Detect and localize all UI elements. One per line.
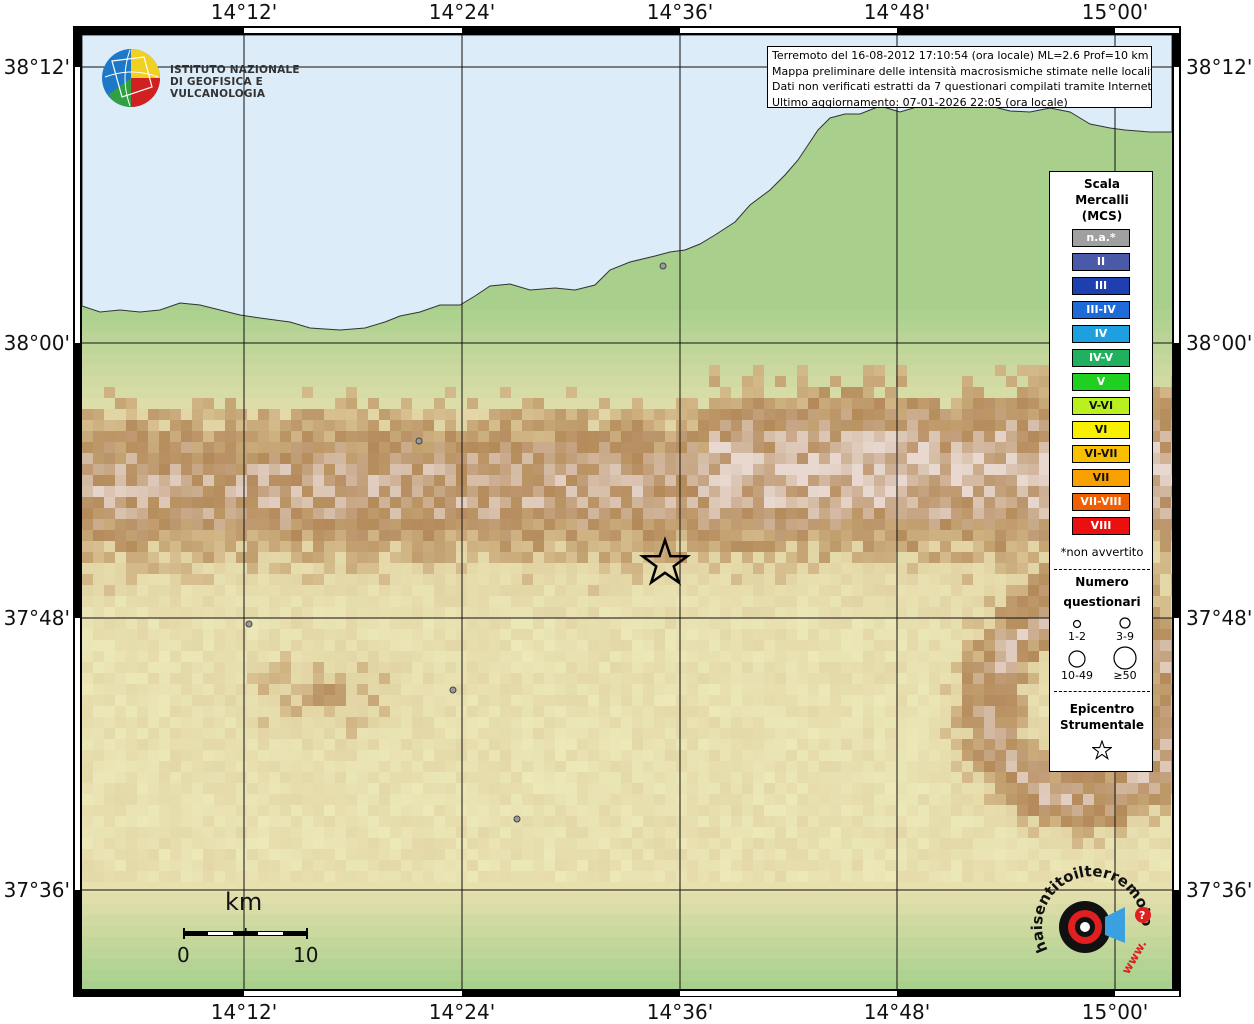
intensity-swatch: VII <box>1072 469 1130 487</box>
legend-separator <box>1054 691 1150 692</box>
info-line: Dati non verificati estratti da 7 questi… <box>772 80 1152 93</box>
lon-tick-bottom: 14°12' <box>210 1000 278 1024</box>
lon-tick-top: 14°48' <box>863 0 931 24</box>
event-info-box: Terremoto del 16-08-2012 17:10:54 (ora l… <box>767 46 1152 108</box>
legend-title-scala: Scala <box>1083 177 1121 191</box>
scale-unit: km <box>225 888 263 916</box>
haisentito-www: www. <box>1119 937 1150 976</box>
intensity-swatch: II <box>1072 253 1130 271</box>
lat-tick-left: 38°00' <box>3 331 70 355</box>
intensity-legend: Scala Mercalli (MCS) n.a.* II III III-IV IV I… <box>1049 171 1153 772</box>
lon-tick-bottom: 15°00' <box>1081 1000 1149 1024</box>
q-size-50-icon <box>1113 646 1137 670</box>
q-size-10-49-icon <box>1068 650 1086 668</box>
lon-tick-bottom: 14°24' <box>428 1000 496 1024</box>
lat-tick-right: 37°36' <box>1186 878 1253 902</box>
info-line: Ultimo aggiornamento: 07-01-2026 22:05 (… <box>772 95 1068 108</box>
lon-tick-bottom: 14°36' <box>646 1000 714 1024</box>
q-label: 10-49 <box>1061 669 1093 682</box>
intensity-swatch: IV-V <box>1072 349 1130 367</box>
legend-questionnaire-title1: Numero <box>1075 575 1129 589</box>
locality-point <box>513 815 521 823</box>
scale-bar-graphic <box>183 928 308 939</box>
legend-epicenter-title2: Strumentale <box>1059 718 1145 732</box>
haisentito-logo-icon: haisentitoilterremoto.it ? www. <box>1026 841 1156 977</box>
q-label: 1-2 <box>1068 630 1086 643</box>
intensity-swatch: n.a.* <box>1072 229 1130 247</box>
ingv-name-line1: ISTITUTO NAZIONALE <box>170 64 300 76</box>
legend-epicenter-title1: Epicentro <box>1069 702 1135 716</box>
legend-questionnaire-title2: questionari <box>1063 595 1141 609</box>
info-line: Terremoto del 16-08-2012 17:10:54 (ora l… <box>772 49 1149 62</box>
intensity-swatch: V <box>1072 373 1130 391</box>
legend-title-mercalli: Mercalli <box>1075 193 1129 207</box>
locality-point <box>245 620 253 628</box>
lon-tick-top: 14°12' <box>210 0 278 24</box>
ingv-name: ISTITUTO NAZIONALE DI GEOFISICA E VULCAN… <box>170 64 360 100</box>
scale-start: 0 <box>177 943 190 967</box>
intensity-swatch: VIII <box>1072 517 1130 535</box>
ingv-logo: ISTITUTO NAZIONALE DI GEOFISICA E VULCAN… <box>100 47 360 111</box>
scale-bar: km 0 10 <box>175 888 335 968</box>
locality-point <box>449 686 457 694</box>
q-size-3-9-icon <box>1119 617 1131 629</box>
lat-tick-right: 38°12' <box>1186 55 1253 79</box>
intensity-swatch: VI-VII <box>1072 445 1130 463</box>
intensity-swatch: III <box>1072 277 1130 295</box>
q-label: ≥50 <box>1113 669 1137 682</box>
info-line: Mappa preliminare delle intensità macros… <box>772 64 1152 78</box>
locality-point <box>415 437 423 445</box>
lat-tick-left: 38°12' <box>3 55 70 79</box>
q-label: 3-9 <box>1116 630 1134 643</box>
intensity-swatch: VII-VIII <box>1072 493 1130 511</box>
legend-separator <box>1054 569 1150 570</box>
lon-tick-top: 14°24' <box>428 0 496 24</box>
lon-tick-top: 14°36' <box>646 0 714 24</box>
intensity-swatch: V-VI <box>1072 397 1130 415</box>
intensity-swatch: IV <box>1072 325 1130 343</box>
haisentito-logo[interactable]: haisentitoilterremoto.it ? www. <box>1026 841 1160 985</box>
scale-end: 10 <box>293 943 319 967</box>
locality-point <box>659 262 667 270</box>
legend-title-mcs: (MCS) <box>1081 209 1123 223</box>
intensity-swatch: III-IV <box>1072 301 1130 319</box>
ingv-globe-icon <box>102 49 160 107</box>
epicenter-star-icon <box>1092 740 1112 760</box>
q-size-1-2-icon <box>1072 619 1082 629</box>
lat-tick-right: 38°00' <box>1186 331 1253 355</box>
lon-tick-bottom: 14°48' <box>863 1000 931 1024</box>
legend-footnote: *non avvertito <box>1060 545 1144 559</box>
intensity-swatch: VI <box>1072 421 1130 439</box>
lat-tick-right: 37°48' <box>1186 606 1253 630</box>
lat-tick-left: 37°48' <box>3 606 70 630</box>
ingv-name-line2: DI GEOFISICA E VULCANOLOGIA <box>170 76 266 100</box>
lon-tick-top: 15°00' <box>1081 0 1149 24</box>
lat-tick-left: 37°36' <box>3 878 70 902</box>
